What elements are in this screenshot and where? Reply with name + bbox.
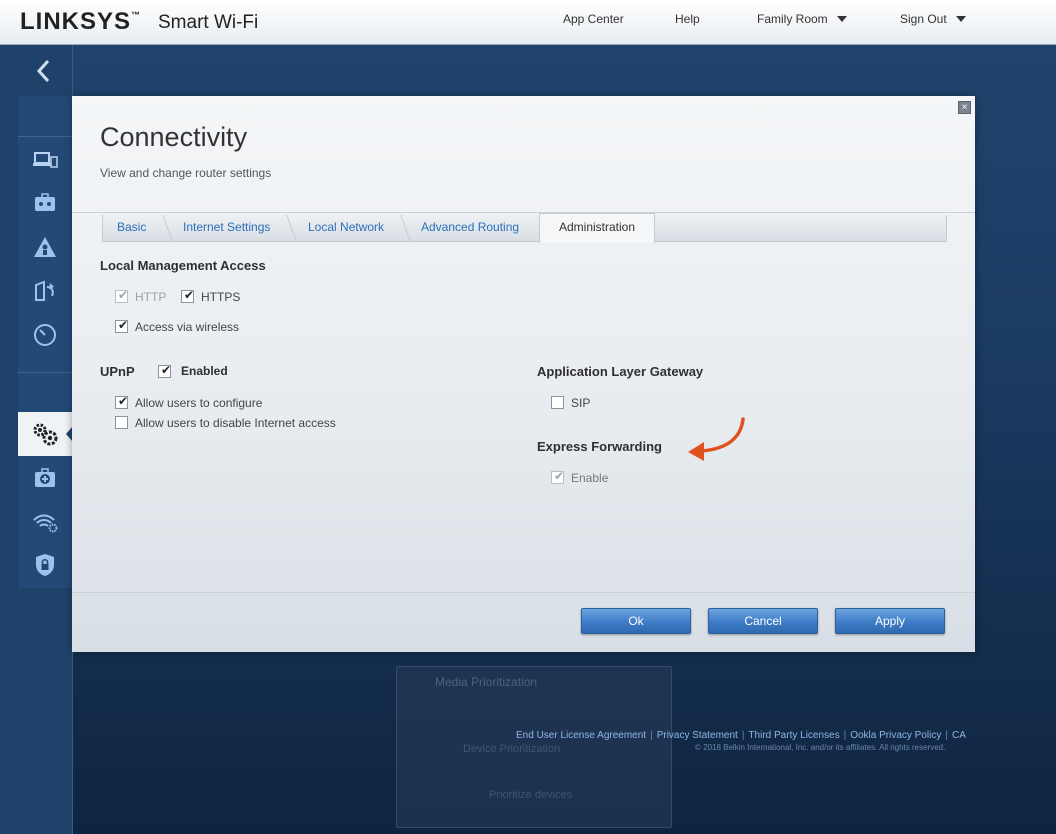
upnp-heading: UPnP	[100, 364, 135, 379]
tab-basic[interactable]: Basic	[117, 215, 146, 241]
wireless-icon[interactable]	[30, 509, 60, 535]
product-name: Smart Wi-Fi	[158, 12, 259, 33]
background-media-prioritization-dialog: Media Prioritization Device Prioritizati…	[396, 666, 672, 828]
dialog-title: Connectivity	[100, 122, 248, 152]
dialog-subtitle: View and change router settings	[100, 166, 272, 180]
nav-app-center[interactable]: App Center	[563, 12, 624, 26]
sidebar-divider	[18, 136, 72, 137]
tab-divider	[400, 215, 411, 241]
footer-link-privacy[interactable]: Privacy Statement	[657, 730, 738, 741]
devices-icon[interactable]	[30, 147, 60, 173]
express-forwarding-enable-label: Enable	[571, 471, 609, 485]
checkmark-icon: ✔	[118, 288, 129, 302]
guest-access-icon[interactable]	[30, 234, 60, 260]
cancel-button[interactable]: Cancel	[708, 608, 818, 634]
footer-link-ookla[interactable]: Ookla Privacy Policy	[850, 730, 941, 741]
checkmark-icon: ✔	[184, 288, 195, 302]
troubleshooting-icon[interactable]	[30, 465, 60, 491]
brand-trademark: ™	[131, 10, 142, 20]
footer-link-third-party[interactable]: Third Party Licenses	[748, 730, 839, 741]
footer-links: End User License Agreement | Privacy State…	[516, 730, 966, 741]
nav-sign-out-menu[interactable]: Sign Out	[900, 12, 966, 26]
checkmark-icon: ✔	[118, 318, 129, 332]
connectivity-gear-icon[interactable]	[30, 421, 60, 447]
header-divider	[72, 212, 975, 213]
footer-separator: |	[741, 730, 745, 741]
tab-administration[interactable]: Administration	[539, 213, 655, 243]
connectivity-dialog: × Connectivity View and change router se…	[72, 96, 975, 652]
background-dialog-link: Prioritize devices	[489, 789, 573, 801]
allow-configure-label: Allow users to configure	[135, 396, 263, 410]
access-via-wireless-checkbox[interactable]: ✔	[115, 318, 129, 333]
footer-separator: |	[650, 730, 653, 741]
top-header: LINKSYS™ Smart Wi-Fi App Center Help Fam…	[0, 0, 1056, 45]
http-checkbox[interactable]: ✔	[115, 288, 129, 303]
media-prioritization-icon[interactable]	[30, 278, 60, 304]
alg-heading: Application Layer Gateway	[537, 364, 704, 379]
background-dialog-title: Media Prioritization	[435, 675, 538, 689]
checkmark-icon: ✔	[554, 469, 565, 483]
local-management-heading: Local Management Access	[100, 258, 266, 273]
parental-controls-icon[interactable]	[30, 190, 60, 216]
background-dialog-text: Device Prioritization	[463, 743, 561, 755]
copyright-text: © 2018 Belkin International, Inc. and/or…	[695, 743, 946, 752]
settings-tabs: Basic Internet Settings Local Network Ad…	[102, 213, 947, 243]
close-icon[interactable]: ×	[958, 101, 971, 114]
tab-advanced-routing[interactable]: Advanced Routing	[421, 215, 519, 241]
footer-separator: |	[945, 730, 948, 741]
security-icon[interactable]	[30, 552, 60, 578]
checkmark-icon: ✔	[161, 363, 172, 377]
https-checkbox[interactable]: ✔	[181, 288, 195, 303]
express-forwarding-heading: Express Forwarding	[537, 439, 662, 454]
linksys-logo[interactable]: LINKSYS™	[20, 8, 141, 36]
speed-test-icon[interactable]	[30, 322, 60, 348]
allow-disable-internet-checkbox[interactable]	[115, 416, 128, 429]
footer-link-eula[interactable]: End User License Agreement	[516, 730, 646, 741]
footer-link-ca[interactable]: CA	[952, 730, 966, 741]
footer-divider	[72, 592, 975, 593]
sip-checkbox[interactable]	[551, 396, 564, 409]
chevron-down-icon	[836, 16, 847, 22]
tab-divider	[286, 215, 297, 241]
https-label: HTTPS	[201, 290, 241, 304]
upnp-enabled-label: Enabled	[181, 364, 228, 378]
express-forwarding-enable-checkbox[interactable]: ✔	[551, 469, 565, 484]
sidebar-divider	[18, 372, 72, 373]
checkmark-icon: ✔	[118, 394, 129, 408]
footer-separator: |	[843, 730, 847, 741]
tab-divider	[162, 215, 173, 241]
sign-out-label: Sign Out	[900, 12, 947, 26]
network-name: Family Room	[757, 12, 828, 26]
back-arrow-icon[interactable]	[32, 58, 54, 84]
allow-disable-internet-label: Allow users to disable Internet access	[135, 416, 336, 430]
access-via-wireless-label: Access via wireless	[135, 320, 240, 334]
ok-button[interactable]: Ok	[581, 608, 691, 634]
tab-internet-settings[interactable]: Internet Settings	[183, 215, 270, 241]
annotation-arrow-icon	[688, 417, 745, 461]
sip-label: SIP	[571, 396, 591, 410]
http-label: HTTP	[135, 290, 167, 304]
nav-help[interactable]: Help	[675, 12, 700, 26]
allow-configure-checkbox[interactable]: ✔	[115, 394, 129, 409]
tab-local-network[interactable]: Local Network	[308, 215, 384, 241]
brand-text: LINKSYS	[20, 8, 132, 35]
apply-button[interactable]: Apply	[835, 608, 945, 634]
upnp-enabled-checkbox[interactable]: ✔	[158, 363, 172, 378]
nav-network-menu[interactable]: Family Room	[757, 12, 847, 26]
chevron-down-icon	[955, 16, 966, 22]
